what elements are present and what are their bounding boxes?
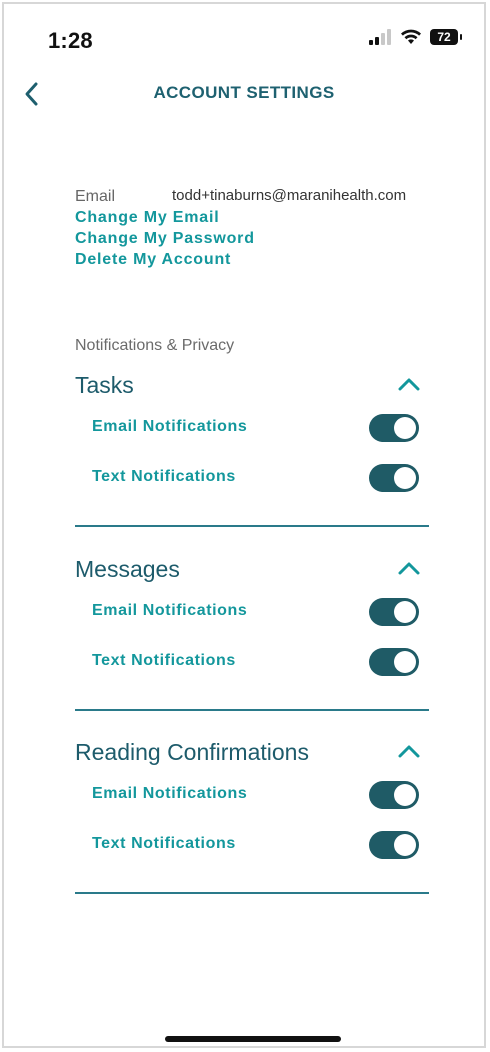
page-title: ACCOUNT SETTINGS	[153, 83, 335, 102]
tasks-text-notifications-row: Text Notifications	[75, 454, 429, 504]
toggle-knob	[394, 601, 416, 623]
phone-screen: 1:28 72 ACCOUNT SETTINGS Email todd+tina…	[2, 2, 486, 1048]
tasks-group: Tasks Email Notifications Text Notificat…	[75, 370, 429, 527]
reading-email-notifications-toggle[interactable]	[369, 781, 419, 809]
messages-group: Messages Email Notifications Text Notifi…	[75, 554, 429, 711]
reading-confirmations-divider	[75, 892, 429, 894]
reading-email-notifications-label: Email Notifications	[92, 785, 248, 802]
chevron-up-icon[interactable]	[397, 376, 421, 392]
toggle-knob	[394, 651, 416, 673]
messages-email-notifications-toggle[interactable]	[369, 598, 419, 626]
reading-text-notifications-toggle[interactable]	[369, 831, 419, 859]
battery-icon: 72	[430, 29, 462, 45]
tasks-text-notifications-toggle[interactable]	[369, 464, 419, 492]
nav-header: ACCOUNT SETTINGS	[4, 74, 484, 114]
messages-text-notifications-label: Text Notifications	[92, 652, 236, 669]
change-email-link[interactable]: Change My Email	[75, 207, 435, 228]
reading-text-notifications-label: Text Notifications	[92, 835, 236, 852]
status-bar: 1:28 72	[4, 4, 484, 74]
tasks-email-notifications-toggle[interactable]	[369, 414, 419, 442]
tasks-divider	[75, 525, 429, 527]
chevron-up-icon[interactable]	[397, 743, 421, 759]
change-password-link[interactable]: Change My Password	[75, 228, 435, 249]
reading-confirmations-group-title: Reading Confirmations	[75, 739, 309, 765]
delete-account-link[interactable]: Delete My Account	[75, 249, 435, 270]
wifi-icon	[401, 29, 421, 44]
cellular-signal-icon	[369, 29, 391, 45]
reading-text-notifications-row: Text Notifications	[75, 821, 429, 871]
tasks-email-notifications-row: Email Notifications	[75, 404, 429, 454]
email-value: todd+tinaburns@maranihealth.com	[172, 187, 407, 204]
status-icons: 72	[368, 29, 462, 45]
tasks-text-notifications-label: Text Notifications	[92, 468, 236, 485]
messages-text-notifications-row: Text Notifications	[75, 638, 429, 688]
email-label: Email	[75, 188, 116, 205]
toggle-knob	[394, 467, 416, 489]
toggle-knob	[394, 784, 416, 806]
messages-email-notifications-row: Email Notifications	[75, 588, 429, 638]
email-row: Email todd+tinaburns@maranihealth.com	[75, 185, 435, 207]
chevron-up-icon[interactable]	[397, 560, 421, 576]
messages-group-header[interactable]: Messages	[75, 554, 429, 588]
notifications-privacy-label: Notifications & Privacy	[75, 337, 235, 354]
toggle-knob	[394, 417, 416, 439]
toggle-knob	[394, 834, 416, 856]
messages-email-notifications-label: Email Notifications	[92, 602, 248, 619]
messages-text-notifications-toggle[interactable]	[369, 648, 419, 676]
tasks-group-title: Tasks	[75, 372, 134, 398]
home-indicator[interactable]	[165, 1036, 341, 1042]
reading-confirmations-group: Reading Confirmations Email Notification…	[75, 737, 429, 894]
messages-group-title: Messages	[75, 556, 180, 582]
tasks-email-notifications-label: Email Notifications	[92, 418, 248, 435]
reading-email-notifications-row: Email Notifications	[75, 771, 429, 821]
reading-confirmations-group-header[interactable]: Reading Confirmations	[75, 737, 429, 771]
account-section: Email todd+tinaburns@maranihealth.com Ch…	[75, 185, 435, 270]
messages-divider	[75, 709, 429, 711]
tasks-group-header[interactable]: Tasks	[75, 370, 429, 404]
status-time: 1:28	[48, 28, 93, 53]
